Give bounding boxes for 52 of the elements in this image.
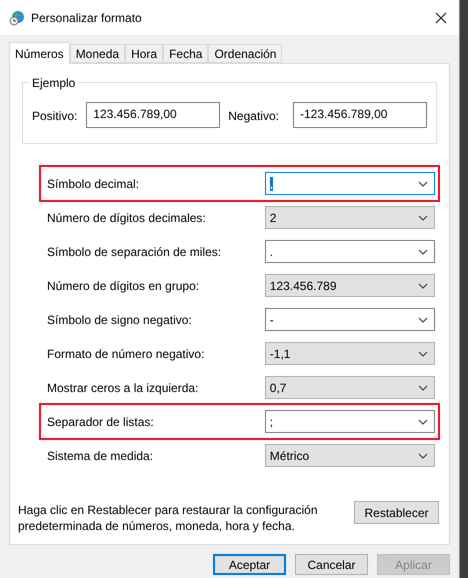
chevron-down-icon bbox=[418, 350, 428, 356]
combo-value: 0,7 bbox=[270, 380, 288, 396]
tab[interactable]: Moneda bbox=[70, 44, 126, 63]
setting-label: Número de dígitos en grupo: bbox=[46, 278, 200, 294]
combo-value: -1,1 bbox=[270, 346, 292, 362]
setting-label: Número de dígitos decimales: bbox=[46, 210, 207, 226]
chevron-down-icon bbox=[418, 452, 428, 458]
combo-value: . bbox=[270, 244, 274, 260]
combo-value: 123.456.789 bbox=[270, 278, 338, 294]
combo-value: 2 bbox=[270, 210, 278, 226]
combo-field[interactable]: ; bbox=[264, 410, 435, 433]
positive-example-field: 123.456.789,00 bbox=[86, 102, 220, 128]
setting-label: Formato de número negativo: bbox=[46, 346, 206, 362]
dropdown[interactable]: Métrico bbox=[264, 444, 435, 467]
combo-value: ; bbox=[270, 414, 274, 430]
combo-field[interactable]: . bbox=[264, 240, 435, 263]
globe-clock-icon bbox=[9, 10, 25, 26]
setting-label: Símbolo de separación de miles: bbox=[46, 244, 222, 260]
combo-value: - bbox=[270, 312, 275, 328]
chevron-down-icon bbox=[418, 384, 428, 390]
chevron-down-icon bbox=[418, 214, 428, 220]
close-icon[interactable] bbox=[435, 12, 447, 24]
field-label: Positivo: bbox=[32, 108, 78, 125]
dropdown[interactable]: 2 bbox=[264, 206, 435, 229]
field-label: Negativo: bbox=[228, 108, 280, 125]
combo-field[interactable]: - bbox=[264, 308, 435, 331]
chevron-down-icon bbox=[418, 316, 428, 322]
combo-field[interactable]: , bbox=[264, 172, 435, 195]
setting-label: Mostrar ceros a la izquierda: bbox=[46, 380, 200, 396]
dropdown[interactable]: 0,7 bbox=[264, 376, 435, 399]
tab[interactable]: Ordenación bbox=[208, 44, 282, 63]
tab[interactable]: Hora bbox=[125, 44, 164, 63]
dialog-button[interactable]: Cancelar bbox=[295, 554, 368, 575]
tab[interactable]: Números bbox=[9, 42, 70, 64]
reset-button[interactable]: Restablecer bbox=[354, 501, 439, 524]
chevron-down-icon bbox=[418, 418, 428, 424]
chevron-down-icon bbox=[418, 282, 428, 288]
setting-label: Sistema de medida: bbox=[46, 448, 154, 464]
setting-label: Símbolo de signo negativo: bbox=[46, 312, 193, 328]
combo-value: , bbox=[270, 176, 274, 192]
tab[interactable]: Fecha bbox=[163, 44, 208, 63]
reset-description: Haga clic en Restablecer para restaurar la configuración predeterminada de números, moneda, hora y fecha. bbox=[18, 502, 318, 534]
dropdown[interactable]: -1,1 bbox=[264, 342, 435, 365]
setting-label: Símbolo decimal: bbox=[46, 176, 140, 192]
dialog-button[interactable]: Aceptar bbox=[213, 554, 286, 575]
window-title: Personalizar formato bbox=[31, 10, 143, 26]
combo-value: Métrico bbox=[270, 448, 310, 464]
chevron-down-icon bbox=[418, 248, 428, 254]
chevron-down-icon bbox=[418, 180, 428, 186]
negative-example-field: -123.456.789,00 bbox=[293, 102, 427, 128]
dropdown[interactable]: 123.456.789 bbox=[264, 274, 435, 297]
setting-label: Separador de listas: bbox=[46, 414, 155, 430]
